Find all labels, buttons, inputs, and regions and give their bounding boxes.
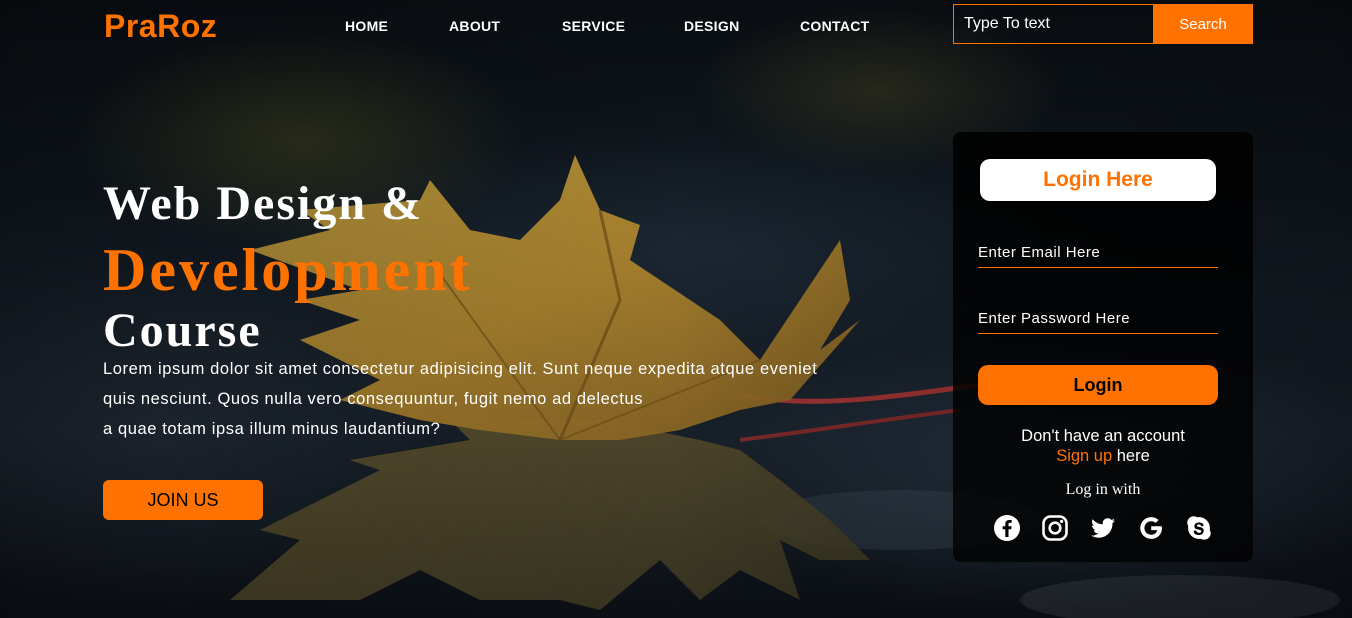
site-logo[interactable]: PraRoz [104, 8, 217, 45]
nav-contact-link[interactable]: CONTACT [800, 18, 870, 34]
login-form: Login Here Login Don't have an account S… [953, 132, 1253, 562]
hero-title-accent: Development [103, 237, 473, 303]
hero-description-line1: Lorem ipsum dolor sit amet consectetur a… [103, 360, 818, 378]
search-input[interactable] [953, 4, 1153, 44]
hero-title: Web Design & Development Course [103, 176, 863, 357]
instagram-icon[interactable] [1041, 514, 1069, 542]
login-with-label: Log in with [1065, 481, 1141, 498]
skype-icon[interactable] [1185, 514, 1213, 542]
no-account-text: Don't have an account [1021, 427, 1185, 445]
hero-description: Lorem ipsum dolor sit amet consectetur a… [103, 354, 863, 444]
hero-title-line3: Course [103, 304, 262, 357]
google-icon[interactable] [1137, 514, 1165, 542]
email-field[interactable] [978, 238, 1218, 268]
hero-section: Web Design & Development Course Lorem ip… [103, 176, 863, 444]
facebook-icon[interactable] [993, 514, 1021, 542]
password-field[interactable] [978, 304, 1218, 334]
login-button[interactable]: Login [978, 365, 1218, 405]
nav-home-link[interactable]: HOME [345, 18, 388, 34]
twitter-icon[interactable] [1089, 514, 1117, 542]
nav-service-link[interactable]: SERVICE [562, 18, 625, 34]
hero-description-line2: quis nesciunt. Quos nulla vero consequun… [103, 390, 644, 408]
nav-about-link[interactable]: ABOUT [449, 18, 500, 34]
social-login-icons [993, 514, 1213, 542]
nav-design-link[interactable]: DESIGN [684, 18, 739, 34]
hero-description-line3: a quae totam ipsa illum minus laudantium… [103, 420, 441, 438]
join-us-button[interactable]: JOIN US [103, 480, 263, 520]
search-bar: Search [953, 4, 1253, 44]
login-heading: Login Here [980, 159, 1216, 201]
signup-link[interactable]: Sign up [1056, 447, 1112, 465]
search-button[interactable]: Search [1153, 4, 1253, 44]
hero-title-line1: Web Design & [103, 177, 424, 230]
signup-prompt: Don't have an account Sign up here [953, 426, 1253, 466]
signup-suffix: here [1112, 447, 1150, 465]
